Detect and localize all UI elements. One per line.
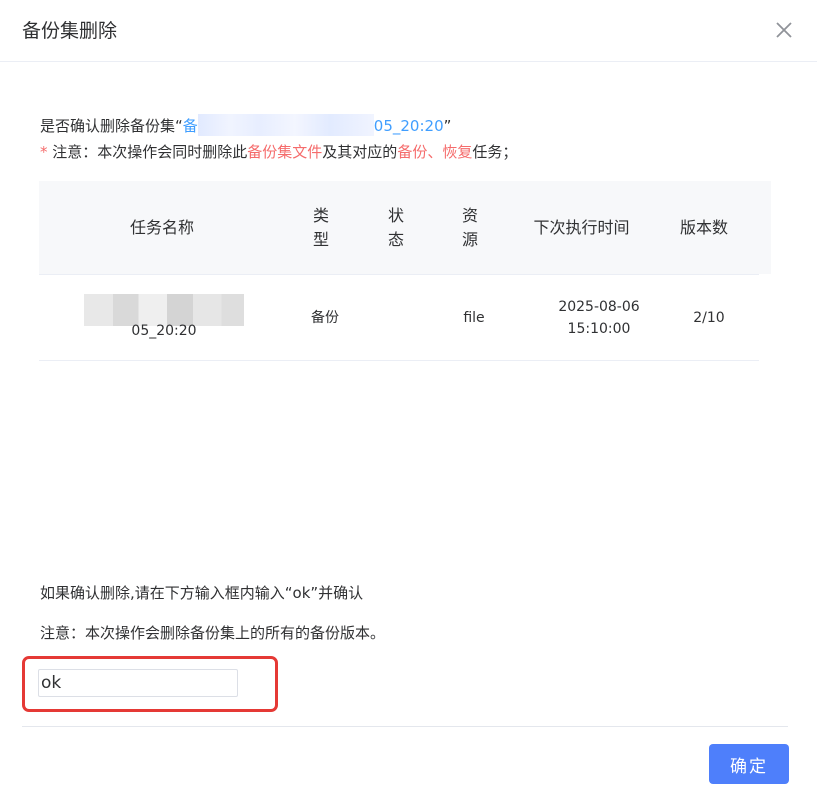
required-star: * bbox=[40, 143, 48, 161]
header-status: 状 态 bbox=[387, 205, 404, 249]
header-versions: 版本数 bbox=[679, 217, 728, 237]
cell-status bbox=[372, 275, 420, 360]
backup-set-delete-dialog: 备份集删除 是否确认删除备份集“备 05_20:20” * 注意：本次操作会同时删… bbox=[0, 0, 817, 796]
cell-type: 备份 bbox=[311, 309, 339, 326]
notice-highlight-tasks: 备份、恢复 bbox=[397, 143, 473, 161]
cell-next-time: 2025-08-06 15:10:00 bbox=[558, 298, 640, 337]
ok-confirm-input[interactable] bbox=[38, 669, 238, 697]
close-icon[interactable] bbox=[772, 18, 796, 42]
delete-warning: 注意：本次操作会删除备份集上的所有的备份版本。 bbox=[40, 624, 386, 642]
header-task-name: 任务名称 bbox=[129, 217, 194, 237]
backup-set-name: 备 05_20:20 bbox=[182, 114, 444, 136]
confirm-prefix: 是否确认删除备份集“ bbox=[40, 117, 183, 135]
confirm-message: 是否确认删除备份集“备 05_20:20” bbox=[40, 114, 451, 136]
redacted-text bbox=[197, 114, 374, 136]
notice-text-2: 及其对应的 bbox=[322, 143, 398, 161]
backup-set-name-head: 备 bbox=[182, 117, 198, 135]
backup-set-name-tail: 05_20:20 bbox=[373, 117, 444, 135]
table-row: 05_20:20 备份 file 2025-08-06 15:10:00 2/1… bbox=[39, 274, 759, 361]
confirm-suffix: ” bbox=[443, 117, 452, 135]
cell-versions: 2/10 bbox=[693, 309, 725, 326]
table-header: 任务名称 类 型 状 态 资 源 下次执行时间 版本数 bbox=[39, 181, 771, 274]
delete-notice: * 注意：本次操作会同时删除此备份集文件及其对应的备份、恢复任务； bbox=[40, 141, 517, 162]
cell-task-name: 05_20:20 bbox=[69, 275, 259, 360]
header-next-time: 下次执行时间 bbox=[533, 217, 630, 237]
header-resource: 资 源 bbox=[461, 205, 478, 249]
dialog-title: 备份集删除 bbox=[22, 20, 118, 42]
confirm-instruction: 如果确认删除,请在下方输入框内输入“ok”并确认 bbox=[40, 584, 364, 602]
confirm-button[interactable]: 确定 bbox=[709, 744, 789, 784]
notice-highlight-files: 备份集文件 bbox=[247, 143, 323, 161]
task-table: 任务名称 类 型 状 态 资 源 下次执行时间 版本数 05_20:20 备份 … bbox=[39, 181, 771, 361]
footer-divider bbox=[22, 726, 788, 727]
notice-text-1: 注意：本次操作会同时删除此 bbox=[47, 143, 248, 161]
task-name-tail: 05_20:20 bbox=[131, 322, 197, 339]
cell-resource: file bbox=[463, 309, 485, 326]
header-type: 类 型 bbox=[312, 205, 329, 249]
notice-text-3: 任务； bbox=[472, 143, 518, 161]
dialog-header: 备份集删除 bbox=[0, 0, 817, 62]
